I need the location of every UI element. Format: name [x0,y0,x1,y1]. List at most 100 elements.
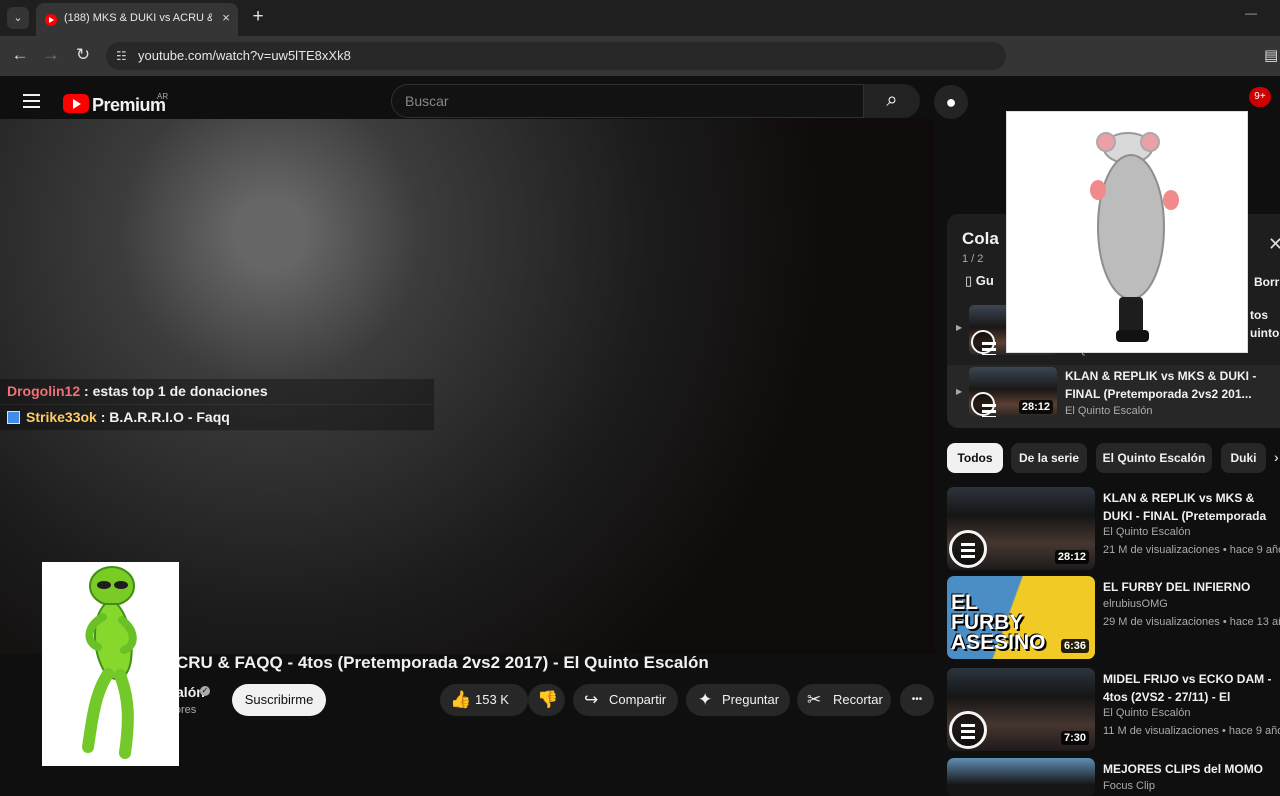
thumbs-up-icon: 👍 [450,690,472,709]
recommended-video-title: MIDEL FRIJO vs ECKO DAM - 4tos (2VS2 - 2… [1103,672,1272,704]
recommended-video-meta: 11 M de visualizaciones • hace 9 años [1103,725,1280,737]
queue-thumbnail: 28:12 [969,367,1057,417]
play-icon: ▶ [956,323,963,332]
duration-badge: 28:12 [1054,550,1089,564]
tab-search-menu-button[interactable]: ⌄ [7,7,29,29]
share-button[interactable]: ↪ Compartir [573,684,678,716]
chat-username: Drogolin12 [7,383,81,399]
play-icon: ▶ [956,387,963,396]
chevron-right-icon[interactable]: › [1274,449,1279,465]
recommendation-filters: Todos De la serie El Quinto Escalón Duki… [947,443,1280,475]
queue-item-title: tos uinto... [1250,308,1280,340]
recommended-video-channel: elrubiusOMG [1103,598,1168,610]
tab-title: (188) MKS & DUKI vs ACRU & F [64,12,212,24]
recommended-video[interactable]: EL FURBY ASESINO 6:36 EL FURBY DEL INFIER… [947,576,1280,661]
video-thumbnail: 28:12 [947,487,1095,570]
url-text[interactable]: youtube.com/watch?v=uw5lTE8xXk8 [138,48,351,63]
reload-icon[interactable]: ↻ [72,44,94,66]
youtube-page: Premium AR Buscar ⌕ ● 9+ Drogolin12 : es… [0,76,1280,796]
ask-button[interactable]: ✦ Preguntar [686,684,790,716]
share-label: Compartir [609,692,667,707]
channel-logo-icon [971,330,996,354]
microphone-icon[interactable]: ● [934,85,968,119]
browser-address-toolbar: ← → ↻ ☷ youtube.com/watch?v=uw5lTE8xXk8 … [0,36,1280,76]
share-icon: ↪ [584,690,599,709]
queue-item-channel: El Quinto Escalón [1065,405,1153,417]
ask-label: Preguntar [722,692,780,707]
clear-queue-button[interactable]: Borr [1254,275,1279,289]
chat-text: : estas top 1 de donaciones [80,383,268,399]
clip-label: Recortar [833,692,883,707]
filter-chip[interactable]: De la serie [1011,443,1087,473]
queue-item-title: KLAN & REPLIK vs MKS & DUKI - FINAL (Pre… [1065,369,1257,401]
duration-badge: 28:12 [1018,400,1053,414]
recommended-video[interactable]: 28:12 KLAN & REPLIK vs MKS & DUKI - FINA… [947,487,1280,572]
active-tab[interactable]: (188) MKS & DUKI vs ACRU & F × [36,3,238,36]
chat-message: Strike33ok : B.A.R.R.I.O - Faqq [0,405,434,431]
back-arrow-icon[interactable]: ← [9,44,31,66]
video-title: CRU & FAQQ - 4tos (Pretemporada 2vs2 201… [176,653,709,672]
sparkle-icon: ✦ [698,690,713,709]
chat-text: : B.A.R.R.I.O - Faqq [96,409,230,425]
channel-logo-icon [949,711,987,749]
reading-mode-icon[interactable]: ▤ [1264,46,1278,64]
recommended-video-channel: El Quinto Escalón [1103,707,1191,719]
new-tab-button[interactable]: + [248,7,268,27]
video-thumbnail: 7:30 [947,668,1095,751]
thumbnail-text: EL FURBY ASESINO [951,591,1046,654]
notification-badge[interactable]: 9+ [1249,87,1271,107]
youtube-favicon-icon [45,14,57,26]
recommended-video-title: KLAN & REPLIK vs MKS & DUKI - FINAL (Pre… [1103,491,1267,523]
queue-item-current[interactable]: ▶ 28:12 KLAN & REPLIK vs MKS & DUKI - FI… [947,365,1280,428]
address-bar[interactable]: ☷ youtube.com/watch?v=uw5lTE8xXk8 [106,42,1006,70]
more-actions-button[interactable]: ••• [900,684,934,716]
scissors-icon: ✂ [807,690,822,709]
queue-count: 1 / 2 [962,253,984,265]
channel-logo-icon [949,530,987,568]
filter-chip[interactable]: Todos [947,443,1003,473]
forward-arrow-icon[interactable]: → [40,44,62,66]
duration-badge: 7:30 [1060,731,1089,745]
menu-icon[interactable] [23,94,40,108]
dancing-alien-image [42,562,179,766]
close-queue-icon[interactable]: ✕ [1268,234,1280,255]
youtube-logo-icon [63,94,89,113]
minimize-window-icon[interactable]: — [1245,6,1257,20]
like-count: 153 K [475,692,509,707]
subscribe-button[interactable]: Suscribirme [232,684,326,716]
verified-icon: ✓ [200,686,210,696]
save-queue-label: Gu [975,273,994,288]
chat-message: Drogolin12 : estas top 1 de donaciones [0,379,434,405]
like-button[interactable]: 👍 153 K [440,684,528,716]
country-code: AR [157,92,169,101]
video-thumbnail [947,758,1095,796]
chat-username: Strike33ok [26,409,97,425]
recommended-video[interactable]: MEJORES CLIPS del MOMO Focus Clip [947,758,1280,796]
dancing-rat-image [1006,111,1248,353]
thumbs-down-icon: 👎 [537,690,559,709]
dislike-button[interactable]: 👎 [528,684,565,716]
queue-title: Cola [962,229,999,248]
filter-chip[interactable]: El Quinto Escalón [1096,443,1212,473]
chat-badge-icon [7,411,20,424]
recommended-video-meta: 21 M de visualizaciones • hace 9 años [1103,544,1280,556]
youtube-premium-logo[interactable]: Premium AR [63,92,178,116]
clip-button[interactable]: ✂ Recortar [797,684,891,716]
video-thumbnail: EL FURBY ASESINO 6:36 [947,576,1095,659]
search-input[interactable]: Buscar [391,84,864,118]
save-queue-button[interactable]: ▯ Gu [965,273,994,289]
close-tab-icon[interactable]: × [218,10,234,26]
bookmark-icon: ▯ [965,273,973,288]
browser-tabstrip: ⌄ (188) MKS & DUKI vs ACRU & F × + — [0,0,1280,36]
recommended-video-channel: El Quinto Escalón [1103,526,1191,538]
search-icon[interactable]: ⌕ [864,84,920,118]
recommended-video-title: EL FURBY DEL INFIERNO [1103,580,1251,594]
duration-badge: 6:36 [1060,639,1089,653]
stream-chat-overlay: Drogolin12 : estas top 1 de donaciones S… [0,379,434,431]
recommended-video-meta: 29 M de visualizaciones • hace 13 años [1103,616,1280,628]
logo-text: Premium [92,95,166,115]
filter-chip[interactable]: Duki [1221,443,1266,473]
recommended-video[interactable]: 7:30 MIDEL FRIJO vs ECKO DAM - 4tos (2VS… [947,668,1280,753]
channel-logo-icon [971,392,996,416]
site-settings-icon[interactable]: ☷ [116,48,132,64]
